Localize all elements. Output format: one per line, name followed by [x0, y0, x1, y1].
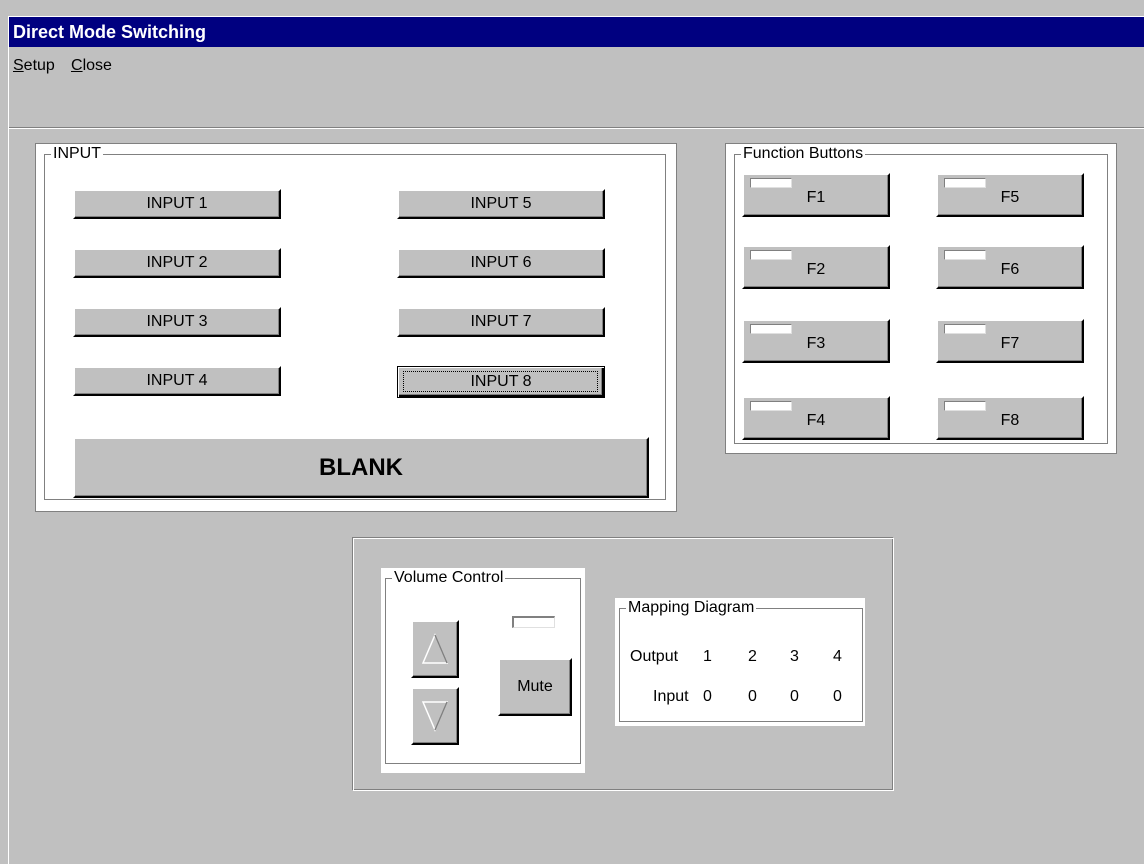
control-panel: Volume Control Mute Mapping Diagram Outp…	[352, 537, 894, 791]
input-1-button[interactable]: INPUT 1	[73, 189, 281, 219]
menu-close-rest: lose	[82, 57, 112, 74]
f5-label: F5	[1000, 189, 1020, 206]
title-bar: Direct Mode Switching	[9, 17, 1144, 47]
output-3: 3	[790, 648, 799, 665]
f5-indicator	[944, 178, 986, 188]
f2-indicator	[750, 250, 792, 260]
input-3-button[interactable]: INPUT 3	[73, 307, 281, 337]
f1-indicator	[750, 178, 792, 188]
mapped-input-1: 0	[703, 688, 712, 705]
input-panel: INPUT INPUT 1 INPUT 2 INPUT 3 INPUT 4 IN…	[35, 143, 677, 512]
menu-close[interactable]: Close	[71, 57, 112, 75]
f5-button[interactable]: F5	[936, 173, 1084, 217]
up-triangle-icon	[421, 633, 449, 664]
f8-indicator	[944, 401, 986, 411]
input-2-button[interactable]: INPUT 2	[73, 248, 281, 278]
mute-indicator	[512, 616, 555, 628]
function-panel: Function Buttons F1 F2 F3 F4 F5 F6 F7 F8	[725, 143, 1117, 454]
f2-label: F2	[806, 261, 826, 278]
f6-label: F6	[1000, 261, 1020, 278]
blank-button[interactable]: BLANK	[73, 437, 649, 498]
menu-setup-accel: S	[13, 57, 24, 74]
app-window: Direct Mode Switching Setup Close INPUT …	[8, 16, 1144, 864]
output-4: 4	[833, 648, 842, 665]
f2-button[interactable]: F2	[742, 245, 890, 289]
f3-label: F3	[806, 335, 826, 352]
f3-button[interactable]: F3	[742, 319, 890, 363]
f4-button[interactable]: F4	[742, 396, 890, 440]
focus-rect	[403, 371, 598, 392]
output-row-label: Output	[630, 648, 679, 665]
volume-panel: Volume Control Mute	[381, 568, 585, 773]
f8-label: F8	[1000, 412, 1020, 429]
f4-label: F4	[806, 412, 826, 429]
f7-indicator	[944, 324, 986, 334]
f6-indicator	[944, 250, 986, 260]
f7-label: F7	[1000, 335, 1020, 352]
input-7-button[interactable]: INPUT 7	[397, 307, 605, 337]
input-8-button[interactable]: INPUT 8	[397, 366, 605, 398]
output-1: 1	[703, 648, 712, 665]
menu-setup[interactable]: Setup	[13, 57, 55, 75]
f6-button[interactable]: F6	[936, 245, 1084, 289]
input-6-button[interactable]: INPUT 6	[397, 248, 605, 278]
mapped-input-4: 0	[833, 688, 842, 705]
volume-down-button[interactable]	[411, 687, 459, 745]
input-5-button[interactable]: INPUT 5	[397, 189, 605, 219]
down-triangle-icon	[421, 701, 449, 732]
mute-button[interactable]: Mute	[498, 658, 572, 716]
input-row-label: Input	[653, 688, 689, 705]
f4-indicator	[750, 401, 792, 411]
mapped-input-3: 0	[790, 688, 799, 705]
f8-button[interactable]: F8	[936, 396, 1084, 440]
mapping-panel: Mapping Diagram Output 1 2 3 4 Input 0 0…	[615, 598, 865, 726]
volume-group-label: Volume Control	[392, 569, 506, 587]
mapping-group-label: Mapping Diagram	[626, 599, 757, 617]
window-title: Direct Mode Switching	[13, 22, 207, 42]
menu-setup-rest: etup	[23, 57, 55, 74]
volume-up-button[interactable]	[411, 620, 459, 678]
input-group-label: INPUT	[51, 145, 103, 163]
mapped-input-2: 0	[748, 688, 757, 705]
input-4-button[interactable]: INPUT 4	[73, 366, 281, 396]
f1-label: F1	[806, 189, 826, 206]
f1-button[interactable]: F1	[742, 173, 890, 217]
output-2: 2	[748, 648, 757, 665]
f3-indicator	[750, 324, 792, 334]
function-group-label: Function Buttons	[741, 145, 866, 163]
menu-close-accel: C	[71, 57, 83, 74]
f7-button[interactable]: F7	[936, 319, 1084, 363]
client-separator	[9, 127, 1144, 129]
